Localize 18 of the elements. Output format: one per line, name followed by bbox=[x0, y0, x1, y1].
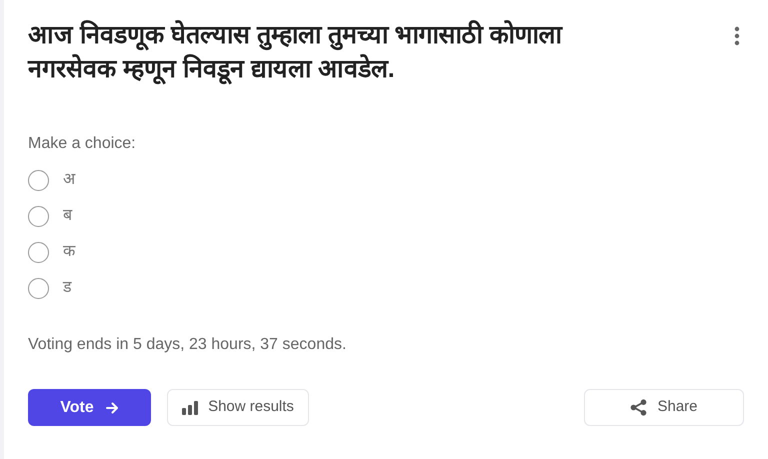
arrow-right-icon bbox=[106, 402, 119, 414]
share-icon bbox=[630, 399, 648, 416]
radio-button[interactable] bbox=[28, 206, 49, 226]
vote-button[interactable]: Vote bbox=[28, 389, 151, 426]
poll-question: आज निवडणूक घेतल्यास तुम्हाला तुमच्या भागासाठी कोणाला नगरसेवक म्हणून निवडून द्यायला आवडेल. bbox=[28, 19, 564, 86]
choice-prompt: Make a choice: bbox=[28, 134, 137, 154]
option-label[interactable]: अ bbox=[63, 168, 75, 192]
option-label[interactable]: ब bbox=[63, 204, 72, 228]
option-label[interactable]: क bbox=[63, 240, 75, 264]
radio-button[interactable] bbox=[28, 170, 49, 190]
radio-button[interactable] bbox=[28, 278, 49, 298]
option-label[interactable]: ड bbox=[63, 276, 72, 300]
show-results-button[interactable]: Show results bbox=[167, 389, 309, 426]
bar-chart-icon bbox=[182, 400, 198, 414]
radio-button[interactable] bbox=[28, 242, 49, 262]
voting-deadline: Voting ends in 5 days, 23 hours, 37 seconds. bbox=[28, 335, 348, 355]
more-options-icon[interactable] bbox=[734, 26, 740, 46]
share-button[interactable]: Share bbox=[584, 389, 744, 426]
